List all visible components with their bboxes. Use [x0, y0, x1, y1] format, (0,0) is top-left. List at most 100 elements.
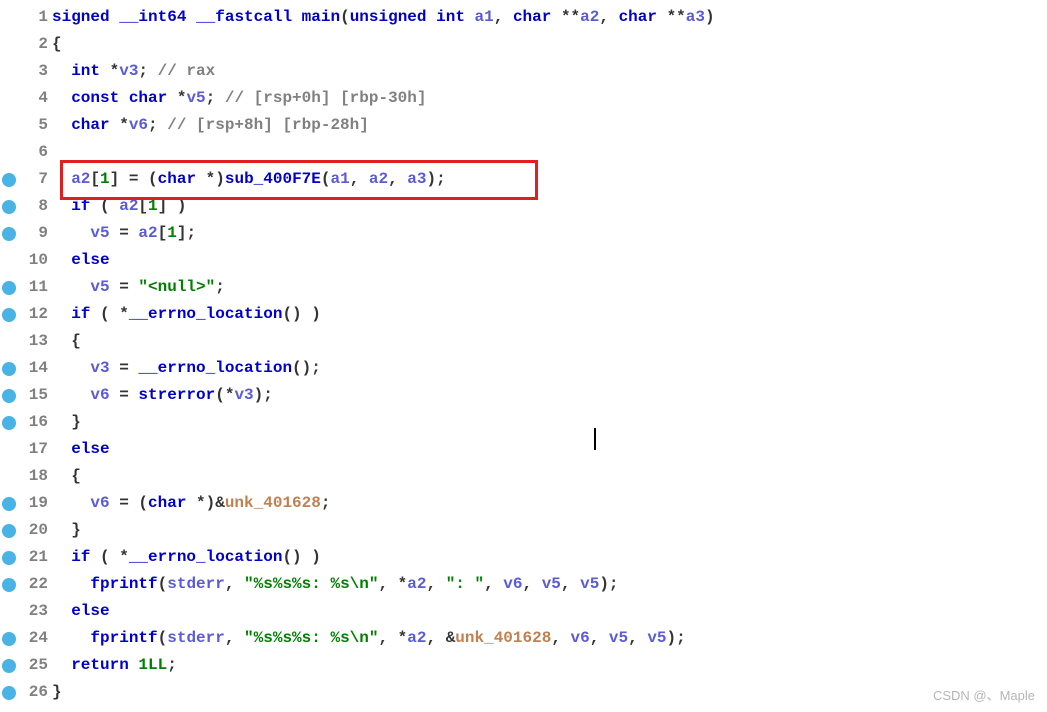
token-cm: // [rsp+0h] [rbp-30h] [225, 89, 427, 107]
code-text[interactable]: fprintf(stderr, "%s%s%s: %s\n", *a2, ": … [52, 571, 1047, 598]
token-pl: , [388, 170, 407, 188]
breakpoint-dot-icon[interactable] [2, 200, 16, 214]
code-line[interactable]: 12 if ( *__errno_location() ) [0, 301, 1047, 328]
token-pl: , [225, 629, 244, 647]
breakpoint-dot-icon[interactable] [2, 632, 16, 646]
code-text[interactable]: int *v3; // rax [52, 58, 1047, 85]
code-text[interactable]: else [52, 247, 1047, 274]
line-number: 21 [20, 544, 48, 571]
token-pl: () ) [282, 305, 320, 323]
code-text[interactable]: if ( *__errno_location() ) [52, 544, 1047, 571]
code-line[interactable]: 18 { [0, 463, 1047, 490]
breakpoint-dot-icon[interactable] [2, 227, 16, 241]
code-line[interactable]: 9 v5 = a2[1]; [0, 220, 1047, 247]
code-text[interactable]: const char *v5; // [rsp+0h] [rbp-30h] [52, 85, 1047, 112]
code-text[interactable]: { [52, 463, 1047, 490]
code-text[interactable]: char *v6; // [rsp+8h] [rbp-28h] [52, 112, 1047, 139]
token-pl: = [110, 278, 139, 296]
token-kw: char [513, 8, 551, 26]
breakpoint-dot-icon[interactable] [2, 524, 16, 538]
code-text[interactable]: else [52, 598, 1047, 625]
code-line[interactable]: 21 if ( *__errno_location() ) [0, 544, 1047, 571]
code-text[interactable]: v6 = strerror(*v3); [52, 382, 1047, 409]
code-line[interactable]: 7 a2[1] = (char *)sub_400F7E(a1, a2, a3)… [0, 166, 1047, 193]
code-line[interactable]: 8 if ( a2[1] ) [0, 193, 1047, 220]
token-id: a2 [407, 575, 426, 593]
code-text[interactable]: v6 = (char *)&unk_401628; [52, 490, 1047, 517]
breakpoint-dot-icon[interactable] [2, 659, 16, 673]
token-ty: __int64 [119, 8, 186, 26]
code-line[interactable]: 10 else [0, 247, 1047, 274]
token-pl [52, 548, 71, 566]
breakpoint-dot-icon[interactable] [2, 281, 16, 295]
decompiler-view[interactable]: 1signed __int64 __fastcall main(unsigned… [0, 0, 1047, 706]
code-line[interactable]: 22 fprintf(stderr, "%s%s%s: %s\n", *a2, … [0, 571, 1047, 598]
code-text[interactable]: v5 = a2[1]; [52, 220, 1047, 247]
breakpoint-dot-icon[interactable] [2, 308, 16, 322]
code-line[interactable]: 17 else [0, 436, 1047, 463]
breakpoint-dot-icon[interactable] [2, 173, 16, 187]
breakpoint-dot-icon[interactable] [2, 551, 16, 565]
code-line[interactable]: 5 char *v6; // [rsp+8h] [rbp-28h] [0, 112, 1047, 139]
token-pl: , [350, 170, 369, 188]
token-pl [52, 440, 71, 458]
line-number: 16 [20, 409, 48, 436]
code-text[interactable]: a2[1] = (char *)sub_400F7E(a1, a2, a3); [52, 166, 1047, 193]
line-number: 19 [20, 490, 48, 517]
token-pl [52, 629, 90, 647]
code-text[interactable]: else [52, 436, 1047, 463]
code-text[interactable]: v3 = __errno_location(); [52, 355, 1047, 382]
code-line[interactable]: 11 v5 = "<null>"; [0, 274, 1047, 301]
breakpoint-dot-icon[interactable] [2, 389, 16, 403]
code-text[interactable]: } [52, 409, 1047, 436]
code-line[interactable]: 6 [0, 139, 1047, 166]
code-line[interactable]: 13 { [0, 328, 1047, 355]
line-number: 3 [20, 58, 48, 85]
token-pl: ; [206, 89, 225, 107]
token-pl [52, 359, 90, 377]
breakpoint-dot-icon[interactable] [2, 578, 16, 592]
token-kw: unsigned [350, 8, 427, 26]
token-pl: ); [254, 386, 273, 404]
token-id: v5 [186, 89, 205, 107]
code-line[interactable]: 26} [0, 679, 1047, 706]
breakpoint-dot-icon[interactable] [2, 497, 16, 511]
code-text[interactable]: { [52, 31, 1047, 58]
breakpoint-dot-icon[interactable] [2, 416, 16, 430]
code-line[interactable]: 24 fprintf(stderr, "%s%s%s: %s\n", *a2, … [0, 625, 1047, 652]
code-line[interactable]: 16 } [0, 409, 1047, 436]
code-text[interactable]: v5 = "<null>"; [52, 274, 1047, 301]
code-text[interactable]: fprintf(stderr, "%s%s%s: %s\n", *a2, &un… [52, 625, 1047, 652]
code-line[interactable]: 15 v6 = strerror(*v3); [0, 382, 1047, 409]
code-line[interactable]: 20 } [0, 517, 1047, 544]
token-id: v5 [580, 575, 599, 593]
code-line[interactable]: 2{ [0, 31, 1047, 58]
line-number: 13 [20, 328, 48, 355]
token-id: v5 [90, 278, 109, 296]
code-line[interactable]: 1signed __int64 __fastcall main(unsigned… [0, 4, 1047, 31]
code-text[interactable]: if ( a2[1] ) [52, 193, 1047, 220]
code-line[interactable]: 14 v3 = __errno_location(); [0, 355, 1047, 382]
code-text[interactable]: signed __int64 __fastcall main(unsigned … [52, 4, 1047, 31]
code-text[interactable]: { [52, 328, 1047, 355]
code-line[interactable]: 23 else [0, 598, 1047, 625]
breakpoint-dot-icon[interactable] [2, 686, 16, 700]
code-text[interactable]: } [52, 679, 1047, 706]
line-number: 10 [20, 247, 48, 274]
token-pl [427, 8, 437, 26]
code-text[interactable]: if ( *__errno_location() ) [52, 301, 1047, 328]
breakpoint-dot-icon[interactable] [2, 362, 16, 376]
code-line[interactable]: 19 v6 = (char *)&unk_401628; [0, 490, 1047, 517]
token-pl: , [628, 629, 647, 647]
code-text[interactable]: return 1LL; [52, 652, 1047, 679]
code-line[interactable]: 25 return 1LL; [0, 652, 1047, 679]
code-text[interactable]: } [52, 517, 1047, 544]
token-cm: // rax [158, 62, 216, 80]
token-pl: , [484, 575, 503, 593]
token-pl [52, 305, 71, 323]
token-am: unk_401628 [455, 629, 551, 647]
line-number: 6 [20, 139, 48, 166]
code-line[interactable]: 3 int *v3; // rax [0, 58, 1047, 85]
code-line[interactable]: 4 const char *v5; // [rsp+0h] [rbp-30h] [0, 85, 1047, 112]
token-pl [119, 89, 129, 107]
